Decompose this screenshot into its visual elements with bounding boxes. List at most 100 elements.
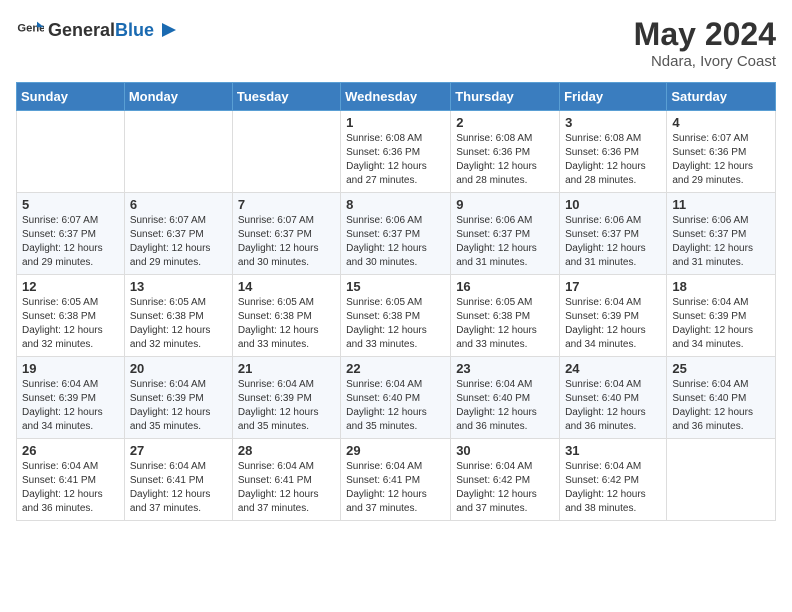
- location: Ndara, Ivory Coast: [634, 53, 776, 70]
- day-info: Sunrise: 6:04 AM Sunset: 6:42 PM Dayligh…: [456, 460, 554, 516]
- calendar-cell: 14Sunrise: 6:05 AM Sunset: 6:38 PM Dayli…: [232, 275, 340, 357]
- day-number: 21: [238, 361, 335, 376]
- calendar-cell: [232, 111, 340, 193]
- calendar-header-monday: Monday: [124, 83, 232, 111]
- calendar-cell: 25 Sunrise: 6:04 AM Sunset: 6:40 PM Dayli…: [667, 357, 776, 439]
- day-info: Sunrise: 6:05 AM Sunset: 6:38 PM Dayligh…: [346, 296, 445, 352]
- day-number: 18: [672, 279, 770, 294]
- day-number: 31: [565, 443, 661, 458]
- day-info: Sunrise: 6:04 AM Sunset: 6:40 PM Dayligh…: [565, 378, 661, 434]
- day-number: 22: [346, 361, 445, 376]
- day-number: 23: [456, 361, 554, 376]
- calendar-cell: 4Sunrise: 6:07 AM Sunset: 6:36 PM Daylig…: [667, 111, 776, 193]
- day-info: Sunrise: 6:08 AM Sunset: 6:36 PM Dayligh…: [565, 132, 661, 188]
- day-number: 3: [565, 115, 661, 130]
- calendar-cell: 31 Sunrise: 6:04 AM Sunset: 6:42 PM Dayli…: [560, 439, 667, 521]
- day-info: Sunrise: 6:04 AM Sunset: 6:39 PM Dayligh…: [565, 296, 661, 352]
- day-number: 9: [456, 197, 554, 212]
- calendar-cell: 12 Sunrise: 6:05 AM Sunset: 6:38 PM Dayli…: [17, 275, 125, 357]
- calendar-cell: 26Sunrise: 6:04 AM Sunset: 6:41 PM Dayli…: [17, 439, 125, 521]
- calendar-cell: 8 Sunrise: 6:06 AM Sunset: 6:37 PM Daylig…: [341, 193, 451, 275]
- calendar-cell: 16Sunrise: 6:05 AM Sunset: 6:38 PM Dayli…: [451, 275, 560, 357]
- calendar-cell: 23 Sunrise: 6:04 AM Sunset: 6:40 PM Dayli…: [451, 357, 560, 439]
- calendar-cell: 3 Sunrise: 6:08 AM Sunset: 6:36 PM Daylig…: [560, 111, 667, 193]
- calendar-cell: 22 Sunrise: 6:04 AM Sunset: 6:40 PM Dayli…: [341, 357, 451, 439]
- day-number: 10: [565, 197, 661, 212]
- calendar-cell: 24Sunrise: 6:04 AM Sunset: 6:40 PM Dayli…: [560, 357, 667, 439]
- logo-arrow-icon: [158, 19, 180, 41]
- calendar-week-row: 19 Sunrise: 6:04 AM Sunset: 6:39 PM Dayli…: [17, 357, 776, 439]
- day-number: 2: [456, 115, 554, 130]
- day-info: Sunrise: 6:04 AM Sunset: 6:40 PM Dayligh…: [346, 378, 445, 434]
- calendar-cell: 10 Sunrise: 6:06 AM Sunset: 6:37 PM Dayli…: [560, 193, 667, 275]
- calendar-cell: 9Sunrise: 6:06 AM Sunset: 6:37 PM Daylig…: [451, 193, 560, 275]
- calendar-cell: 30 Sunrise: 6:04 AM Sunset: 6:42 PM Dayli…: [451, 439, 560, 521]
- day-number: 1: [346, 115, 445, 130]
- calendar-table: SundayMondayTuesdayWednesdayThursdayFrid…: [16, 82, 776, 521]
- day-info: Sunrise: 6:04 AM Sunset: 6:41 PM Dayligh…: [238, 460, 335, 516]
- day-info: Sunrise: 6:05 AM Sunset: 6:38 PM Dayligh…: [130, 296, 227, 352]
- day-info: Sunrise: 6:05 AM Sunset: 6:38 PM Dayligh…: [456, 296, 554, 352]
- calendar-cell: 1 Sunrise: 6:08 AM Sunset: 6:36 PM Daylig…: [341, 111, 451, 193]
- day-info: Sunrise: 6:04 AM Sunset: 6:42 PM Dayligh…: [565, 460, 661, 516]
- calendar-cell: 17Sunrise: 6:04 AM Sunset: 6:39 PM Dayli…: [560, 275, 667, 357]
- day-info: Sunrise: 6:04 AM Sunset: 6:41 PM Dayligh…: [346, 460, 445, 516]
- day-number: 26: [22, 443, 119, 458]
- day-number: 13: [130, 279, 227, 294]
- title-block: May 2024 Ndara, Ivory Coast: [634, 16, 776, 70]
- day-number: 12: [22, 279, 119, 294]
- calendar-week-row: 5Sunrise: 6:07 AM Sunset: 6:37 PM Daylig…: [17, 193, 776, 275]
- calendar-cell: 13 Sunrise: 6:05 AM Sunset: 6:38 PM Dayli…: [124, 275, 232, 357]
- day-number: 11: [672, 197, 770, 212]
- calendar-header-friday: Friday: [560, 83, 667, 111]
- day-info: Sunrise: 6:04 AM Sunset: 6:40 PM Dayligh…: [456, 378, 554, 434]
- day-number: 30: [456, 443, 554, 458]
- calendar-cell: 7Sunrise: 6:07 AM Sunset: 6:37 PM Daylig…: [232, 193, 340, 275]
- day-info: Sunrise: 6:04 AM Sunset: 6:40 PM Dayligh…: [672, 378, 770, 434]
- calendar-header-tuesday: Tuesday: [232, 83, 340, 111]
- day-number: 4: [672, 115, 770, 130]
- day-number: 25: [672, 361, 770, 376]
- day-info: Sunrise: 6:06 AM Sunset: 6:37 PM Dayligh…: [346, 214, 445, 270]
- calendar-week-row: 12 Sunrise: 6:05 AM Sunset: 6:38 PM Dayli…: [17, 275, 776, 357]
- day-info: Sunrise: 6:05 AM Sunset: 6:38 PM Dayligh…: [238, 296, 335, 352]
- calendar-header-sunday: Sunday: [17, 83, 125, 111]
- day-number: 20: [130, 361, 227, 376]
- month-year: May 2024: [634, 16, 776, 53]
- day-info: Sunrise: 6:05 AM Sunset: 6:38 PM Dayligh…: [22, 296, 119, 352]
- day-info: Sunrise: 6:06 AM Sunset: 6:37 PM Dayligh…: [672, 214, 770, 270]
- day-info: Sunrise: 6:06 AM Sunset: 6:37 PM Dayligh…: [565, 214, 661, 270]
- day-info: Sunrise: 6:04 AM Sunset: 6:41 PM Dayligh…: [130, 460, 227, 516]
- calendar-cell: [124, 111, 232, 193]
- day-info: Sunrise: 6:04 AM Sunset: 6:39 PM Dayligh…: [238, 378, 335, 434]
- calendar-header-thursday: Thursday: [451, 83, 560, 111]
- calendar-header-saturday: Saturday: [667, 83, 776, 111]
- logo-general: General: [48, 20, 115, 40]
- logo: General GeneralBlue: [16, 16, 180, 44]
- day-info: Sunrise: 6:04 AM Sunset: 6:39 PM Dayligh…: [130, 378, 227, 434]
- day-number: 6: [130, 197, 227, 212]
- day-number: 19: [22, 361, 119, 376]
- day-info: Sunrise: 6:04 AM Sunset: 6:39 PM Dayligh…: [672, 296, 770, 352]
- day-number: 8: [346, 197, 445, 212]
- calendar-cell: [17, 111, 125, 193]
- day-number: 28: [238, 443, 335, 458]
- calendar-header-row: SundayMondayTuesdayWednesdayThursdayFrid…: [17, 83, 776, 111]
- day-info: Sunrise: 6:08 AM Sunset: 6:36 PM Dayligh…: [456, 132, 554, 188]
- calendar-cell: 27 Sunrise: 6:04 AM Sunset: 6:41 PM Dayli…: [124, 439, 232, 521]
- calendar-cell: 2 Sunrise: 6:08 AM Sunset: 6:36 PM Daylig…: [451, 111, 560, 193]
- calendar-week-row: 1 Sunrise: 6:08 AM Sunset: 6:36 PM Daylig…: [17, 111, 776, 193]
- calendar-cell: 19 Sunrise: 6:04 AM Sunset: 6:39 PM Dayli…: [17, 357, 125, 439]
- calendar-header-wednesday: Wednesday: [341, 83, 451, 111]
- day-number: 15: [346, 279, 445, 294]
- day-info: Sunrise: 6:08 AM Sunset: 6:36 PM Dayligh…: [346, 132, 445, 188]
- calendar-week-row: 26 Sunrise: 6:04 AM Sunset: 6:41 PM Dayli…: [17, 439, 776, 521]
- calendar-cell: 11 Sunrise: 6:06 AM Sunset: 6:37 PM Dayli…: [667, 193, 776, 275]
- day-info: Sunrise: 6:04 AM Sunset: 6:39 PM Dayligh…: [22, 378, 119, 434]
- day-number: 27: [130, 443, 227, 458]
- calendar-cell: 29Sunrise: 6:04 AM Sunset: 6:41 PM Dayli…: [341, 439, 451, 521]
- page-header: General GeneralBlue May 2024 Ndara, Ivor…: [16, 16, 776, 70]
- day-info: Sunrise: 6:07 AM Sunset: 6:37 PM Dayligh…: [22, 214, 119, 270]
- calendar-cell: 18 Sunrise: 6:04 AM Sunset: 6:39 PM Dayli…: [667, 275, 776, 357]
- calendar-cell: 28 Sunrise: 6:04 AM Sunset: 6:41 PM Dayli…: [232, 439, 340, 521]
